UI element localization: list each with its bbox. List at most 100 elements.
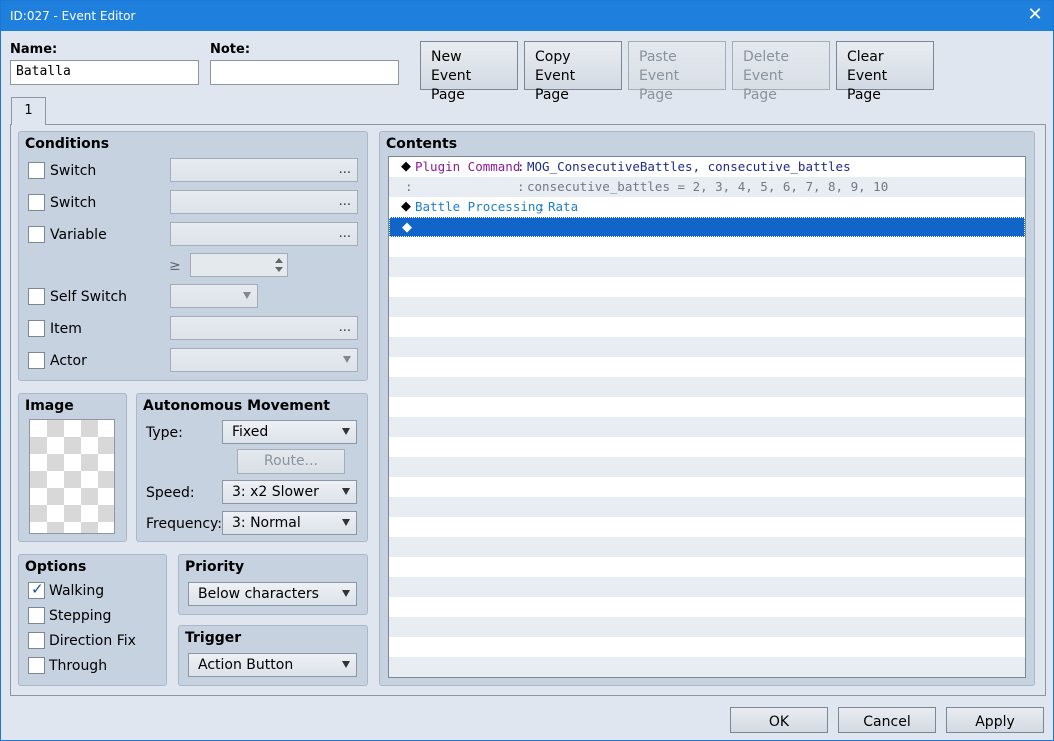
empty-row[interactable] <box>389 377 1025 397</box>
trigger-value: Action Button <box>198 657 294 673</box>
priority-value: Below characters <box>198 586 319 602</box>
variable-checkbox[interactable] <box>28 226 45 243</box>
close-icon[interactable]: ✕ <box>1027 6 1043 24</box>
empty-row[interactable] <box>389 257 1025 277</box>
window-title: ID:027 - Event Editor <box>10 9 136 23</box>
empty-row[interactable] <box>389 277 1025 297</box>
speed-value: 3: x2 Slower <box>232 484 319 500</box>
diamond-icon: ◆ <box>401 159 411 174</box>
item-picker[interactable]: ... <box>170 316 358 340</box>
empty-row[interactable] <box>389 477 1025 497</box>
empty-row[interactable] <box>389 617 1025 637</box>
variable-picker[interactable]: ... <box>170 222 358 246</box>
empty-row[interactable] <box>389 597 1025 617</box>
actor-select[interactable] <box>170 348 358 372</box>
switch2-checkbox[interactable] <box>28 194 45 211</box>
switch2-label: Switch <box>50 195 97 211</box>
variable-value-spinner[interactable] <box>190 253 288 277</box>
image-title: Image <box>25 398 74 414</box>
new-event-page-button[interactable]: New Event Page <box>420 41 518 103</box>
empty-row[interactable] <box>389 657 1025 677</box>
stepping-checkbox[interactable] <box>28 607 45 624</box>
item-dots: ... <box>338 320 351 335</box>
command-row[interactable]: : : consecutive_battles = 2, 3, 4, 5, 6,… <box>389 177 1025 197</box>
event-image-preview[interactable] <box>29 419 115 534</box>
contents-panel: Contents ◆ Plugin Command : MOG_Consecut… <box>379 131 1035 686</box>
image-panel: Image <box>18 393 127 542</box>
chevron-down-icon <box>342 519 350 526</box>
empty-row[interactable] <box>389 417 1025 437</box>
note-input[interactable] <box>210 60 399 85</box>
type-select[interactable]: Fixed <box>222 420 357 444</box>
trigger-select[interactable]: Action Button <box>188 653 357 677</box>
cancel-button[interactable]: Cancel <box>838 707 936 733</box>
empty-row[interactable] <box>389 497 1025 517</box>
frequency-select[interactable]: 3: Normal <box>222 511 357 535</box>
conditions-panel: Conditions Switch ... Switch ... Variabl… <box>18 131 368 381</box>
empty-row[interactable] <box>389 237 1025 257</box>
speed-label: Speed: <box>146 485 195 501</box>
greater-equal-label: ≥ <box>169 258 181 274</box>
empty-row[interactable] <box>389 517 1025 537</box>
empty-row[interactable] <box>389 317 1025 337</box>
direction-fix-label: Direction Fix <box>49 633 136 649</box>
delete-event-page-button[interactable]: Delete Event Page <box>732 41 830 103</box>
paste-event-page-button[interactable]: Paste Event Page <box>628 41 726 103</box>
walking-label: Walking <box>49 583 105 599</box>
type-label: Type: <box>146 425 183 441</box>
direction-fix-checkbox[interactable] <box>28 632 45 649</box>
diamond-icon: ◆ <box>401 199 411 214</box>
ok-button[interactable]: OK <box>730 707 828 733</box>
command-list[interactable]: ◆ Plugin Command : MOG_ConsecutiveBattle… <box>388 156 1026 678</box>
empty-row[interactable] <box>389 437 1025 457</box>
switch1-dots: ... <box>338 162 351 177</box>
trigger-panel: Trigger Action Button <box>178 625 368 686</box>
chevron-down-icon <box>343 356 351 363</box>
priority-title: Priority <box>185 559 245 575</box>
autonomous-movement-panel: Autonomous Movement Type: Fixed Route...… <box>136 393 368 542</box>
empty-row[interactable] <box>389 297 1025 317</box>
empty-row[interactable] <box>389 537 1025 557</box>
chevron-down-icon <box>342 590 350 597</box>
autonomous-movement-title: Autonomous Movement <box>143 398 330 414</box>
command-row-selected[interactable]: ◆ <box>389 217 1025 237</box>
copy-event-page-button[interactable]: Copy Event Page <box>524 41 622 103</box>
command-value: Rata <box>548 199 579 214</box>
empty-row[interactable] <box>389 397 1025 417</box>
item-checkbox[interactable] <box>28 320 45 337</box>
switch1-picker[interactable]: ... <box>170 158 358 182</box>
empty-row[interactable] <box>389 637 1025 657</box>
through-label: Through <box>49 658 108 674</box>
switch1-checkbox[interactable] <box>28 162 45 179</box>
switch1-label: Switch <box>50 163 97 179</box>
switch2-picker[interactable]: ... <box>170 190 358 214</box>
event-page-body: Conditions Switch ... Switch ... Variabl… <box>10 124 1046 696</box>
command-value: consecutive_battles = 2, 3, 4, 5, 6, 7, … <box>527 179 889 194</box>
name-input[interactable]: Batalla <box>10 60 199 85</box>
empty-row[interactable] <box>389 337 1025 357</box>
command-row[interactable]: ◆ Battle Processing : Rata <box>389 197 1025 217</box>
command-row[interactable]: ◆ Plugin Command : MOG_ConsecutiveBattle… <box>389 157 1025 177</box>
clear-event-page-button[interactable]: Clear Event Page <box>836 41 934 103</box>
empty-row[interactable] <box>389 457 1025 477</box>
tab-page-1[interactable]: 1 <box>11 97 46 125</box>
self-switch-select[interactable] <box>170 284 258 308</box>
walking-checkbox[interactable] <box>28 580 45 599</box>
priority-panel: Priority Below characters <box>178 554 368 615</box>
self-switch-checkbox[interactable] <box>28 288 45 305</box>
speed-select[interactable]: 3: x2 Slower <box>222 480 357 504</box>
chevron-down-icon <box>342 488 350 495</box>
actor-checkbox[interactable] <box>28 352 45 369</box>
event-editor-window: ID:027 - Event Editor ✕ Name: Batalla No… <box>0 0 1054 741</box>
frequency-value: 3: Normal <box>232 515 301 531</box>
empty-row[interactable] <box>389 577 1025 597</box>
options-panel: Options Walking Stepping Direction Fix T… <box>18 554 167 686</box>
priority-select[interactable]: Below characters <box>188 582 357 606</box>
title-bar[interactable]: ID:027 - Event Editor ✕ <box>1 1 1053 31</box>
type-value: Fixed <box>232 424 269 440</box>
through-checkbox[interactable] <box>28 657 45 674</box>
route-button[interactable]: Route... <box>237 449 345 474</box>
apply-button[interactable]: Apply <box>946 707 1044 733</box>
empty-row[interactable] <box>389 557 1025 577</box>
empty-row[interactable] <box>389 357 1025 377</box>
